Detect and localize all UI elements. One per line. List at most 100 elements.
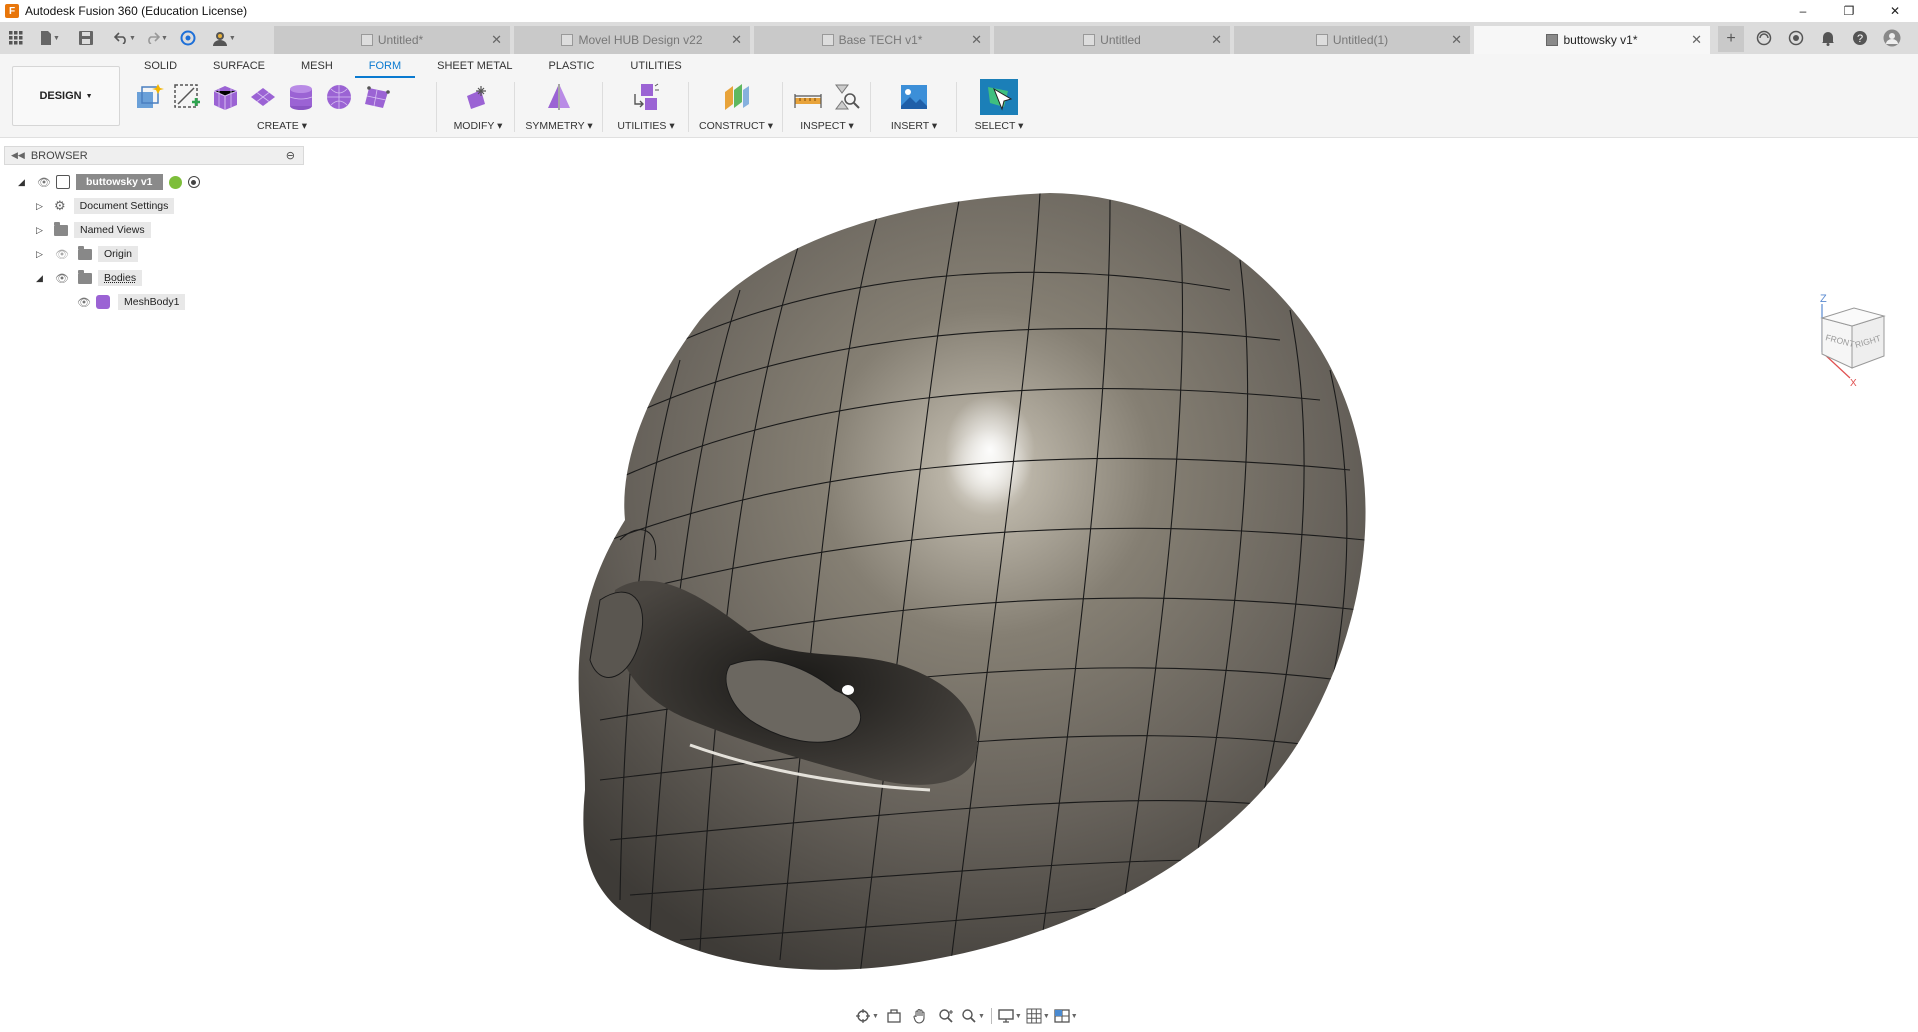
account-user-icon[interactable]: ▼	[212, 27, 236, 49]
tab-label: Untitled*	[377, 33, 424, 47]
tab-base-tech[interactable]: Base TECH v1* ✕	[754, 26, 990, 54]
notifications-bell-icon[interactable]	[1816, 26, 1840, 50]
select-label: SELECT	[974, 120, 1016, 132]
collapse-triangle-icon[interactable]: ◢	[18, 177, 32, 188]
activate-radio-icon[interactable]	[187, 176, 200, 188]
data-panel-grid-icon[interactable]	[6, 27, 26, 49]
tree-item-label: Origin	[98, 246, 139, 262]
model-render[interactable]	[0, 140, 1918, 1010]
mirror-symmetry-icon[interactable]	[544, 82, 574, 112]
edit-form-icon[interactable]	[463, 82, 493, 112]
inner-highlight	[842, 685, 854, 695]
close-tab-icon[interactable]: ✕	[1691, 32, 1702, 48]
tab-solid[interactable]: SOLID	[130, 58, 191, 78]
insert-menu-button[interactable]: INSERT ▾	[876, 120, 952, 132]
close-tab-icon[interactable]: ✕	[731, 32, 742, 48]
close-tab-icon[interactable]: ✕	[1451, 32, 1462, 48]
help-icon[interactable]: ?	[1848, 26, 1872, 50]
collapse-triangle-icon[interactable]: ◢	[36, 273, 50, 284]
extensions-icon[interactable]	[1784, 26, 1808, 50]
version-status-icon[interactable]	[168, 175, 182, 189]
convert-icon[interactable]	[631, 82, 661, 112]
select-menu-button[interactable]: SELECT ▾	[962, 120, 1036, 132]
form-box-icon[interactable]	[210, 82, 240, 112]
browser-item-named-views[interactable]: ▷ Named Views	[36, 220, 151, 240]
restore-button[interactable]: ❐	[1826, 0, 1872, 22]
browser-item-bodies[interactable]: ◢ 👁 Bodies	[36, 268, 143, 288]
new-tab-plus-icon[interactable]: +	[1718, 26, 1744, 52]
tab-movel-hub-design[interactable]: Movel HUB Design v22 ✕	[514, 26, 750, 54]
insert-canvas-image-icon[interactable]	[899, 82, 929, 112]
zoom-icon[interactable]	[935, 1006, 957, 1026]
collapse-panel-icon[interactable]: ◀◀	[11, 150, 25, 161]
modify-menu-button[interactable]: MODIFY ▾	[444, 120, 512, 132]
tab-form[interactable]: FORM	[354, 58, 416, 78]
fit-zoom-window-icon[interactable]: ▼	[961, 1006, 985, 1026]
tab-untitled[interactable]: Untitled ✕	[994, 26, 1230, 54]
form-plane-icon[interactable]	[248, 82, 278, 112]
look-at-icon[interactable]	[883, 1006, 905, 1026]
visibility-eye-icon[interactable]: 👁	[54, 273, 70, 285]
redo-icon[interactable]: ▼	[146, 27, 168, 49]
tab-surface[interactable]: SURFACE	[199, 58, 279, 78]
pan-hand-icon[interactable]	[909, 1006, 931, 1026]
tab-buttowsky[interactable]: buttowsky v1* ✕	[1474, 26, 1710, 54]
tab-untitled-1[interactable]: Untitled(1) ✕	[1234, 26, 1470, 54]
form-cylinder-icon[interactable]	[286, 82, 316, 112]
construct-plane-icon[interactable]	[721, 82, 751, 112]
hidden-eye-icon[interactable]: 👁	[54, 249, 70, 261]
close-tab-icon[interactable]: ✕	[971, 32, 982, 48]
visibility-eye-icon[interactable]: 👁	[36, 177, 52, 189]
job-status-icon[interactable]	[1752, 26, 1776, 50]
measure-icon[interactable]	[793, 82, 823, 112]
undo-icon[interactable]: ▼	[114, 27, 136, 49]
app-title: Autodesk Fusion 360 (Education License)	[25, 4, 248, 18]
tab-mesh[interactable]: MESH	[287, 58, 347, 78]
interference-inspect-icon[interactable]	[831, 82, 861, 112]
viewcube[interactable]: Z X FRONT RIGHT	[1806, 290, 1896, 390]
3d-viewport-canvas[interactable]: Z X FRONT RIGHT	[0, 140, 1918, 1010]
browser-item-document-settings[interactable]: ▷ ⚙ Document Settings	[36, 196, 175, 216]
tab-plastic[interactable]: PLASTIC	[535, 58, 609, 78]
symmetry-group: SYMMETRY ▾	[520, 80, 598, 132]
form-sphere-icon[interactable]	[324, 82, 354, 112]
mesh-body-surface[interactable]	[578, 193, 1366, 970]
viewports-layout-icon[interactable]: ▼	[1054, 1006, 1078, 1026]
expand-triangle-icon[interactable]: ▷	[36, 225, 50, 236]
document-icon	[360, 34, 373, 46]
group-divider	[688, 82, 689, 132]
tab-sheet-metal[interactable]: SHEET METAL	[423, 58, 526, 78]
browser-minimize-icon[interactable]: ⊖	[286, 149, 295, 162]
close-window-button[interactable]: ✕	[1872, 0, 1918, 22]
construct-menu-button[interactable]: CONSTRUCT ▾	[694, 120, 778, 132]
select-tool-icon[interactable]	[980, 79, 1018, 115]
browser-item-meshbody1[interactable]: 👁 MeshBody1	[72, 292, 186, 312]
create-sketch-icon[interactable]	[172, 82, 202, 112]
form-face-icon[interactable]	[362, 82, 392, 112]
inspect-menu-button[interactable]: INSPECT ▾	[788, 120, 866, 132]
refresh-icon[interactable]	[178, 27, 198, 49]
file-menu-icon[interactable]: ▼	[40, 27, 60, 49]
utilities-menu-button[interactable]: UTILITIES ▾	[608, 120, 684, 132]
expand-triangle-icon[interactable]: ▷	[36, 249, 50, 260]
tab-untitled-star[interactable]: Untitled* ✕	[274, 26, 510, 54]
minimize-button[interactable]: –	[1780, 0, 1826, 22]
workspace-switcher-button[interactable]: DESIGN ▼	[12, 66, 120, 126]
orbit-icon[interactable]: ▼	[855, 1006, 879, 1026]
browser-item-origin[interactable]: ▷ 👁 Origin	[36, 244, 139, 264]
save-icon[interactable]	[76, 27, 96, 49]
form-body-icon	[96, 295, 110, 309]
expand-triangle-icon[interactable]: ▷	[36, 201, 50, 212]
create-form-icon[interactable]	[134, 82, 164, 112]
tab-utilities[interactable]: UTILITIES	[616, 58, 695, 78]
svg-text:?: ?	[1857, 33, 1863, 45]
display-settings-icon[interactable]: ▼	[998, 1006, 1022, 1026]
symmetry-menu-button[interactable]: SYMMETRY ▾	[520, 120, 598, 132]
close-tab-icon[interactable]: ✕	[491, 32, 502, 48]
profile-avatar-icon[interactable]	[1880, 26, 1904, 50]
browser-root-row[interactable]: ◢ 👁 buttowsky v1	[18, 172, 200, 192]
create-menu-button[interactable]: CREATE ▾	[134, 120, 430, 132]
visibility-eye-icon[interactable]: 👁	[76, 297, 92, 309]
close-tab-icon[interactable]: ✕	[1211, 32, 1222, 48]
grid-snap-icon[interactable]: ▼	[1026, 1006, 1050, 1026]
